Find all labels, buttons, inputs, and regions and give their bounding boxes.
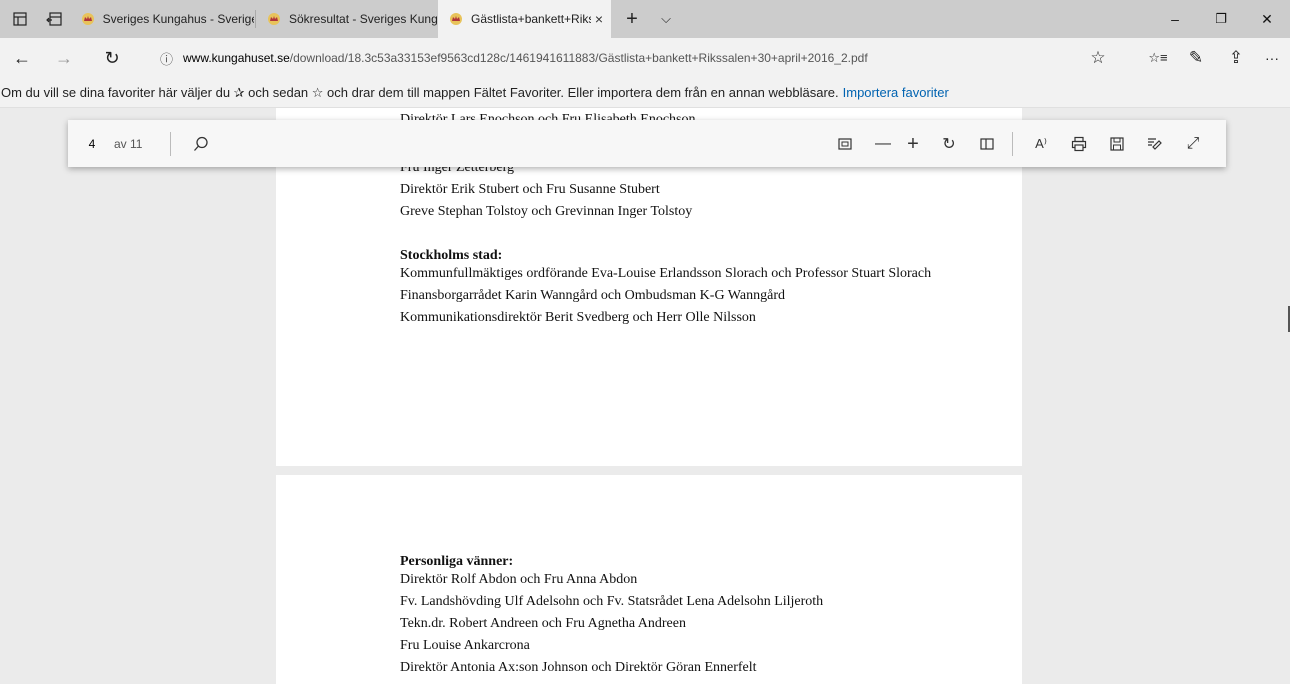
- read-aloud-icon[interactable]: A⁾: [1026, 130, 1056, 158]
- text-line: Kommunikationsdirektör Berit Svedberg oc…: [400, 310, 756, 325]
- pdf-viewer[interactable]: Direktör Lars Enochson och Fru Elisabeth…: [0, 108, 1290, 684]
- tab-gastlista[interactable]: Gästlista+bankett+Riks ×: [438, 0, 611, 38]
- title-bar: Sveriges Kungahus - Sverige Sökresultat …: [0, 0, 1290, 38]
- pen-notes-icon[interactable]: ✎: [1176, 38, 1216, 78]
- text-line: Direktör Rolf Abdon och Fru Anna Abdon: [400, 572, 638, 587]
- section-heading: Personliga vänner:: [400, 554, 514, 569]
- close-tab-icon[interactable]: ×: [595, 11, 603, 27]
- print-icon[interactable]: [1064, 130, 1094, 158]
- close-window-button[interactable]: ✕: [1244, 0, 1290, 38]
- pdf-page: Personliga vänner: Direktör Rolf Abdon o…: [276, 475, 1022, 684]
- set-tabs-aside-icon[interactable]: [36, 0, 72, 38]
- refresh-button[interactable]: ↻: [94, 38, 130, 78]
- rotate-icon[interactable]: ↻: [934, 130, 964, 158]
- navigation-bar: ← → ↻ ⓘ www.kungahuset.se /download/18.3…: [0, 38, 1290, 78]
- text-line: Direktör Erik Stubert och Fru Susanne St…: [400, 182, 660, 197]
- forward-button[interactable]: →: [46, 38, 82, 78]
- text-line: Fv. Landshövding Ulf Adelsohn och Fv. St…: [400, 594, 824, 609]
- page-number-input[interactable]: 4: [80, 133, 104, 155]
- zoom-in-icon[interactable]: +: [898, 130, 928, 158]
- favorites-list-icon[interactable]: ☆≡: [1138, 38, 1178, 78]
- section-heading: Stockholms stad:: [400, 248, 503, 263]
- fit-to-page-icon[interactable]: [830, 130, 860, 158]
- restore-button[interactable]: ❐: [1198, 0, 1244, 38]
- url-domain: www.kungahuset.se: [183, 51, 290, 65]
- page-count: av 11: [114, 137, 143, 151]
- info-icon[interactable]: ⓘ: [160, 49, 173, 68]
- url-path: /download/18.3c53a33153ef9563cd128c/1461…: [289, 51, 868, 65]
- tab-title: Sveriges Kungahus - Sverige: [102, 12, 254, 26]
- zoom-out-icon[interactable]: —: [868, 130, 898, 158]
- tab-title: Sökresultat - Sveriges Kung: [289, 12, 438, 26]
- favorites-hint-text: Om du vill se dina favoriter här väljer …: [1, 84, 839, 100]
- favorites-bar: Om du vill se dina favoriter här väljer …: [0, 78, 1290, 108]
- pdf-toolbar: 4 av 11 — + ↻ A⁾ ⤢: [68, 120, 1226, 167]
- minimize-button[interactable]: –: [1152, 0, 1198, 38]
- toolbar-divider: [170, 132, 171, 156]
- new-tab-button[interactable]: +: [614, 0, 650, 38]
- crown-icon: [80, 11, 96, 27]
- tab-list-chevron-icon[interactable]: ⌵: [648, 0, 684, 38]
- fullscreen-icon[interactable]: ⤢: [1178, 130, 1208, 158]
- crown-icon: [448, 11, 464, 27]
- annotate-icon[interactable]: [1140, 130, 1170, 158]
- text-line: Tekn.dr. Robert Andreen och Fru Agnetha …: [400, 616, 686, 631]
- page-layout-icon[interactable]: [972, 130, 1002, 158]
- back-button[interactable]: ←: [4, 38, 40, 78]
- tab-sveriges-kungahus[interactable]: Sveriges Kungahus - Sverige: [70, 0, 254, 38]
- text-line: Fru Louise Ankarcrona: [400, 638, 530, 653]
- toolbar-divider: [1012, 132, 1013, 156]
- save-icon[interactable]: [1102, 130, 1132, 158]
- tab-sokresultat[interactable]: Sökresultat - Sveriges Kung: [256, 0, 438, 38]
- share-icon[interactable]: ⇪: [1216, 38, 1256, 78]
- text-line: Kommunfullmäktiges ordförande Eva-Louise…: [400, 266, 932, 281]
- search-icon[interactable]: [186, 130, 216, 158]
- address-bar[interactable]: ⓘ www.kungahuset.se /download/18.3c53a33…: [160, 48, 868, 68]
- favorite-star-icon[interactable]: ☆: [1078, 38, 1118, 78]
- text-line: Finansborgarrådet Karin Wanngård och Omb…: [400, 288, 785, 303]
- text-line: Direktör Antonia Ax:son Johnson och Dire…: [400, 660, 757, 675]
- more-icon[interactable]: ···: [1252, 38, 1290, 78]
- import-favorites-link[interactable]: Importera favoriter: [843, 85, 949, 100]
- tab-title: Gästlista+bankett+Riks: [471, 12, 591, 26]
- text-line: Greve Stephan Tolstoy och Grevinnan Inge…: [400, 204, 693, 219]
- tabs-aside-icon[interactable]: [2, 0, 38, 38]
- crown-icon: [266, 11, 282, 27]
